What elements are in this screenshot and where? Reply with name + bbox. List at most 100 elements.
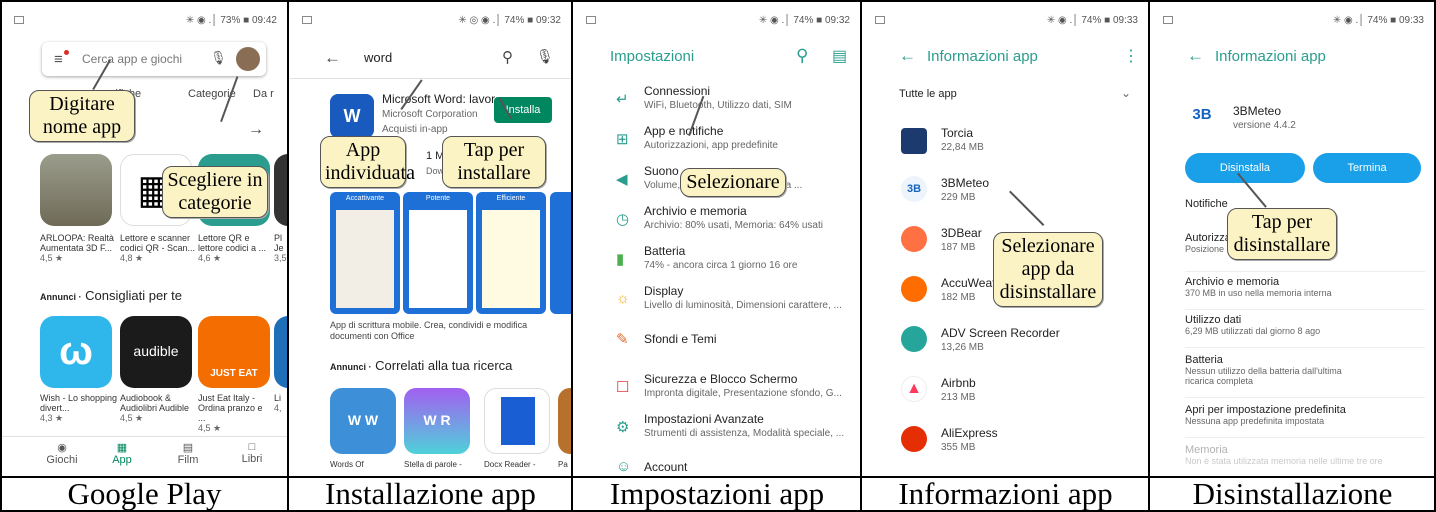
panel-disinstallazione: ✳ ◉ .│ 74% ■ 09:33 ← Informazioni app 3B…	[1151, 8, 1434, 476]
panel-informazioni-app: ✳ ◉ .│ 74% ■ 09:33 ← Informazioni app ⋮ …	[863, 8, 1148, 476]
divider	[0, 476, 1436, 478]
info-row-predefinita[interactable]: Apri per impostazione predefinita Nessuna…	[1185, 404, 1425, 438]
back-arrow-icon[interactable]: ←	[899, 46, 916, 66]
info-row-batteria[interactable]: Batteria Nessun utilizzo della batteria d…	[1185, 354, 1425, 398]
3bmeteo-icon: 3B	[901, 176, 927, 202]
3dbear-icon	[901, 226, 927, 252]
app-label-partial2: Li 4,	[274, 393, 282, 413]
screenshot-3: Efficiente	[476, 192, 546, 314]
airbnb-icon: ▲	[901, 376, 927, 402]
settings-item-sicurezza[interactable]: ☐ Sicurezza e Blocco Schermo Impronta digi…	[574, 372, 860, 412]
divider	[860, 0, 862, 512]
app-icon-partial[interactable]	[274, 154, 287, 226]
sun-icon	[901, 276, 927, 302]
storage-icon: ◷	[616, 211, 630, 228]
section-consigliati: Annunci · Consigliati per te	[40, 288, 182, 303]
notification-dot	[64, 50, 69, 55]
speaker-icon: ◀	[616, 171, 628, 188]
app-icon-partial2[interactable]	[274, 316, 287, 388]
stop-button[interactable]: Termina	[1313, 153, 1421, 183]
filter-dropdown[interactable]: Tutte le app	[899, 88, 957, 100]
related-words-of[interactable]: W W	[330, 388, 396, 454]
settings-item-connessioni[interactable]: ↵ Connessioni WiFi, Bluetooth, Utilizzo da…	[574, 84, 860, 124]
tips-icon[interactable]: ▤	[832, 46, 847, 66]
word-icon[interactable]: W	[330, 94, 374, 138]
app-icon-audible[interactable]: audible	[120, 316, 192, 388]
app-label-arloopa: ARLOOPA: Realtà Aumentata 3D F... 4,5 ★	[40, 233, 114, 263]
callout-categorie: Scegliere in categorie	[162, 166, 268, 218]
related-partial[interactable]	[558, 388, 571, 454]
nav-app[interactable]: ▦ App	[102, 441, 142, 466]
screenshot-2: Potente	[403, 192, 473, 314]
caption-google-play: Google Play	[67, 476, 222, 511]
list-item-airbnb[interactable]: ▲ Airbnb 213 MB	[863, 374, 1148, 424]
related-docx[interactable]	[484, 388, 550, 454]
section-correlati: Annunci · Correlati alla tua ricerca	[330, 358, 513, 373]
link-icon: ↵	[616, 91, 629, 108]
avatar[interactable]	[236, 47, 260, 71]
app-label-qr: Lettore e scanner codici QR - Scan... 4,8…	[120, 233, 196, 263]
more-icon[interactable]: ⋮	[1123, 46, 1139, 66]
app-icon-arloopa[interactable]	[40, 154, 112, 226]
uninstall-button[interactable]: Disinstalla	[1185, 153, 1305, 183]
callout-tap-installare: Tap per installare	[442, 136, 546, 188]
list-item-adv[interactable]: ADV Screen Recorder 13,26 MB	[863, 324, 1148, 374]
lock-icon: ☐	[616, 379, 630, 396]
search-query[interactable]: word	[364, 50, 392, 65]
panel-installazione: ✳ ◎ ◉ .│ 74% ■ 09:32 ← word ⚲ 🎙 W Micros…	[290, 8, 571, 476]
battery-icon: ▮	[616, 251, 625, 268]
app-icon-wish[interactable]: ω	[40, 316, 112, 388]
app-version: versione 4.4.2	[1233, 120, 1296, 131]
settings-item-display[interactable]: ☼ Display Livello di luminosità, Dimension…	[574, 284, 860, 324]
list-item-torcia[interactable]: Torcia 22,84 MB	[863, 124, 1148, 174]
panel-impostazioni: ✳ ◉ .│ 74% ■ 09:32 Impostazioni ⚲ ▤ ↵ Con…	[574, 8, 860, 476]
tutorial-grid: ✳ ◉ .│ 73% ■ 09:42 ≡ Cerca app e giochi …	[0, 0, 1436, 512]
notifiche-label[interactable]: Notifiche	[1185, 198, 1228, 210]
status-bar: ✳ ◉ .│ 74% ■ 09:33	[863, 8, 1148, 32]
settings-item-archivio[interactable]: ◷ Archivio e memoria Archivio: 80% usati, …	[574, 204, 860, 244]
settings-item-sfondi[interactable]: ✎ Sfondi e Temi	[574, 330, 860, 360]
film-icon: ▤	[182, 442, 194, 454]
related-stella[interactable]: W R	[404, 388, 470, 454]
search-icon[interactable]: ⚲	[502, 48, 513, 66]
app-label-justeat: Just Eat Italy - Ordina pranzo e ... 4,5 …	[198, 393, 263, 433]
search-placeholder: Cerca app e giochi	[82, 52, 183, 66]
nav-libri[interactable]: □ Libri	[232, 441, 272, 465]
brightness-icon: ☼	[616, 290, 630, 307]
user-icon: ☺	[616, 458, 632, 475]
tab-da-r[interactable]: Da r	[253, 88, 274, 100]
search-icon[interactable]: ⚲	[796, 46, 808, 66]
arrow-right-icon[interactable]: →	[248, 121, 264, 139]
camera-icon	[901, 326, 927, 352]
settings-item-account[interactable]: ☺ Account	[574, 458, 860, 476]
nav-film[interactable]: ▤ Film	[168, 441, 208, 466]
back-arrow-icon[interactable]: ←	[1187, 46, 1204, 66]
chevron-down-icon[interactable]: ⌄	[1121, 86, 1131, 100]
grid-icon: ⊞	[616, 131, 629, 148]
related-label-0: Words Of	[330, 460, 364, 469]
settings-item-batteria[interactable]: ▮ Batteria 74% - ancora circa 1 giorno 16 …	[574, 244, 860, 284]
menu-icon[interactable]: ≡	[54, 51, 63, 68]
status-bar: ✳ ◉ .│ 73% ■ 09:42	[2, 8, 287, 32]
settings-item-app-notifiche[interactable]: ⊞ App e notifiche Autorizzazioni, app pred…	[574, 124, 860, 164]
callout-app-individuata: App individuata	[320, 136, 415, 188]
3bmeteo-icon: 3B	[1192, 106, 1212, 123]
settings-item-avanzate[interactable]: ⚙ Impostazioni Avanzate Strumenti di assis…	[574, 412, 860, 452]
search-bar[interactable]: ≡ Cerca app e giochi 🎙	[42, 42, 266, 76]
info-row-archivio[interactable]: Archivio e memoria 370 MB in uso nella me…	[1185, 276, 1425, 310]
page-title: Informazioni app	[1215, 48, 1326, 65]
nav-giochi[interactable]: ◉ Giochi	[42, 441, 82, 466]
info-row-dati[interactable]: Utilizzo dati 6,29 MB utilizzati dal gior…	[1185, 314, 1425, 348]
caption-impostazioni: Impostazioni app	[609, 476, 825, 511]
info-row-memoria: Memoria Non è stata utilizzata memoria ne…	[1185, 444, 1383, 466]
caption-disinstallazione: Disinstallazione	[1192, 476, 1393, 511]
gamepad-icon: ◉	[57, 442, 67, 454]
screenshot-4	[550, 192, 571, 314]
list-item-aliexpress[interactable]: AliExpress 355 MB	[863, 424, 1148, 474]
mic-icon[interactable]: 🎙	[536, 48, 554, 65]
mic-icon[interactable]: 🎙	[210, 50, 227, 66]
app-icon-justeat[interactable]: JUST EAT	[198, 316, 270, 388]
book-icon: □	[248, 441, 256, 453]
back-arrow-icon[interactable]: ←	[324, 48, 341, 68]
list-item-3bmeteo[interactable]: 3B 3BMeteo 229 MB	[863, 174, 1148, 224]
